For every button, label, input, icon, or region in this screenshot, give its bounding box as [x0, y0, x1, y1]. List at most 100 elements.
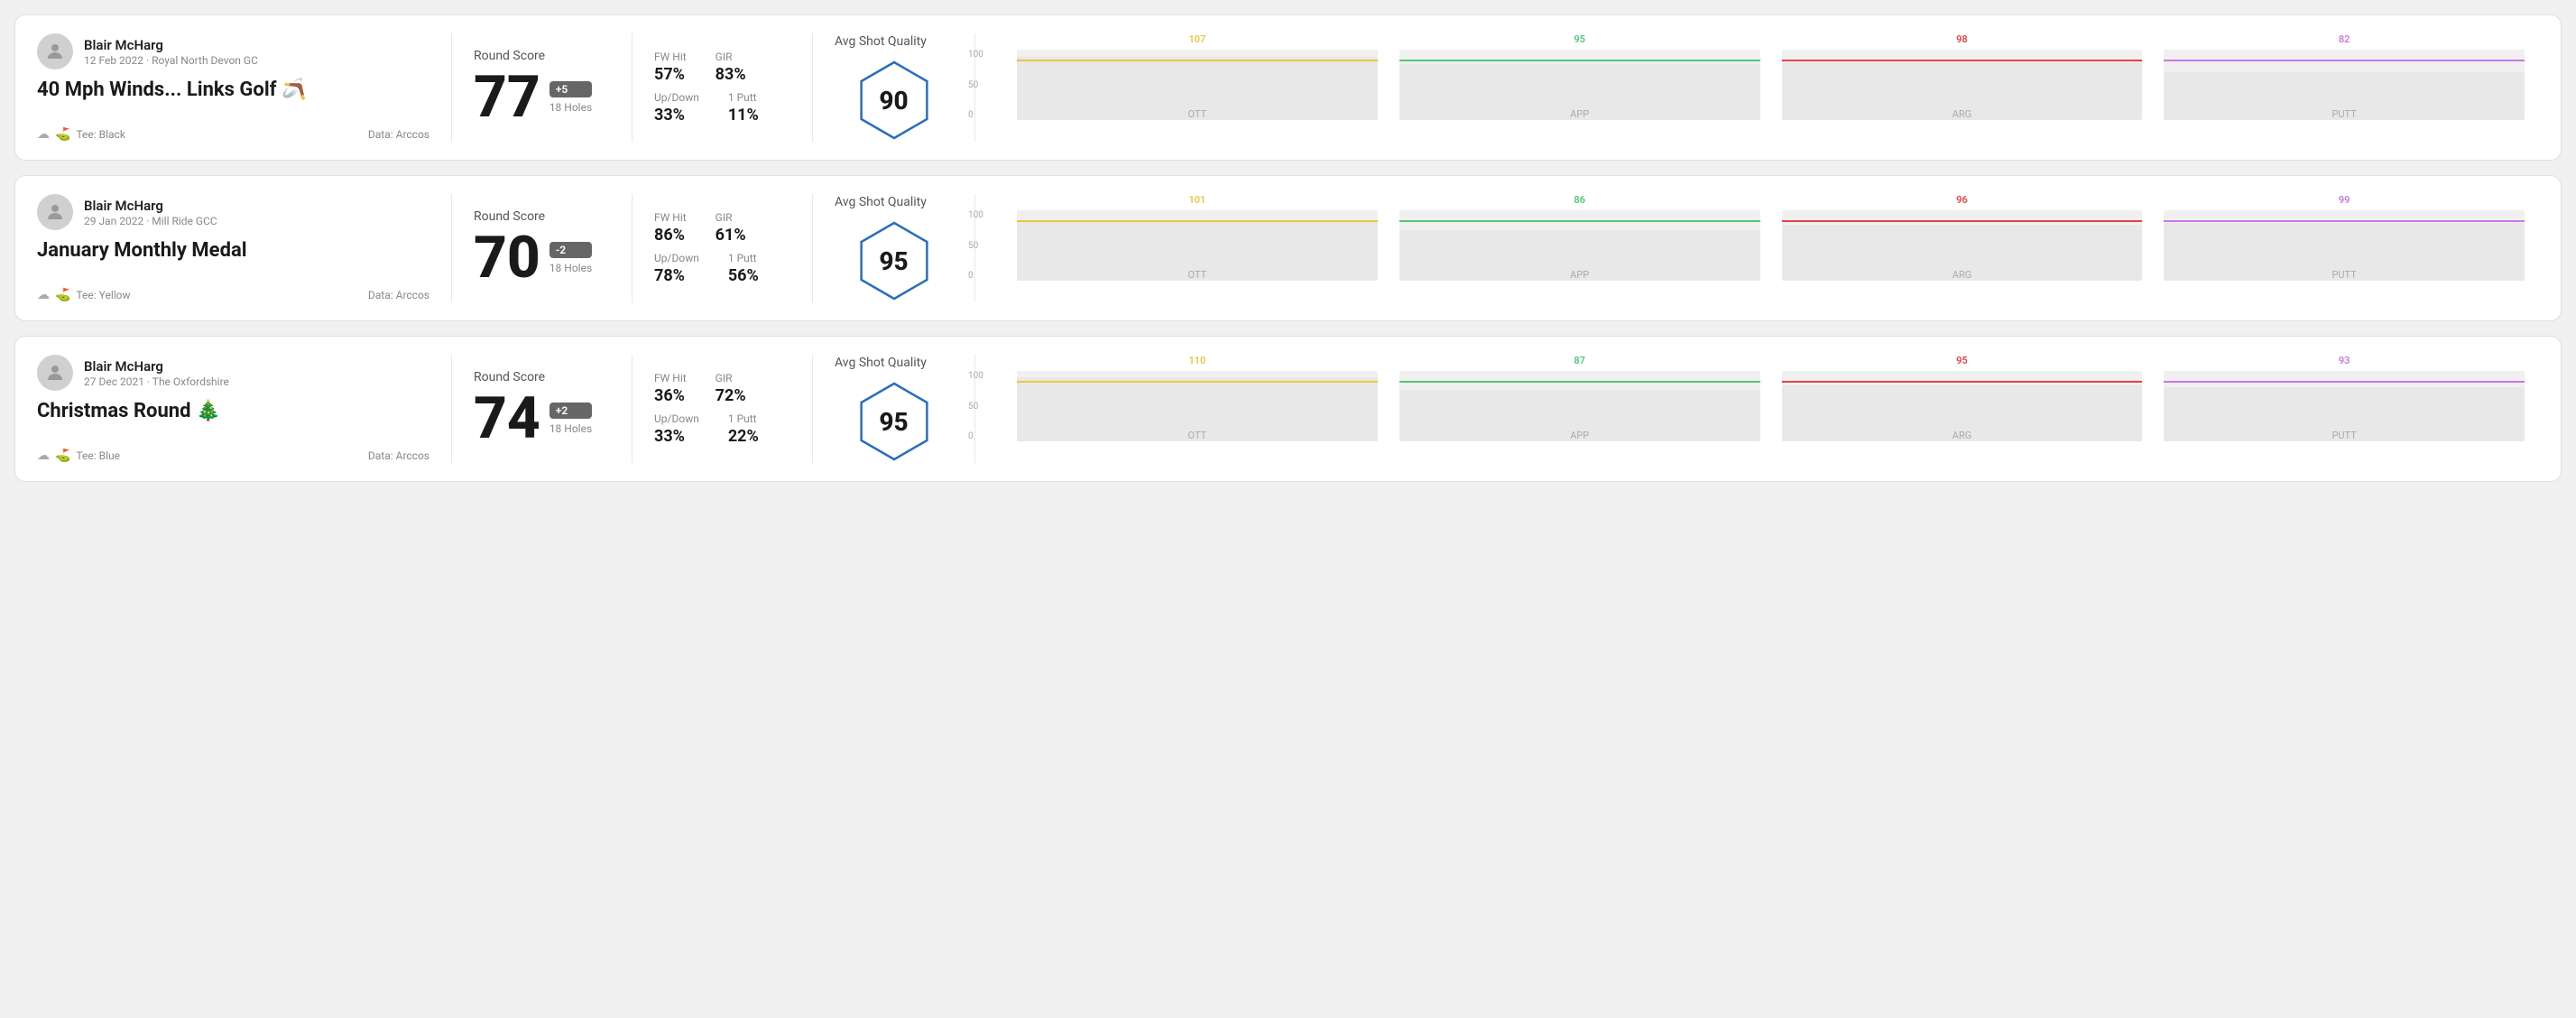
stat-one-putt: 1 Putt 56%: [728, 252, 759, 285]
score-badge-wrap: +2 18 Holes: [549, 403, 592, 435]
score-badge: +2: [549, 403, 592, 419]
bar-label-putt: PUTT: [2331, 269, 2356, 281]
quality-score: 95: [879, 246, 908, 276]
score-number: 70: [474, 229, 540, 287]
chart-y-50: 50: [968, 241, 983, 251]
round-card-2: Blair McHarg 29 Jan 2022 · Mill Ride GCC…: [14, 175, 2562, 321]
stats-row-bottom: Up/Down 33% 1 Putt 22%: [654, 412, 790, 446]
bar-group-putt: 93 PUTT: [2164, 355, 2525, 441]
stats-section: FW Hit 86% GIR 61% Up/Down 78% 1 Putt 56…: [632, 194, 813, 302]
fw-hit-value: 57%: [654, 65, 687, 84]
tee-label: Tee: Blue: [76, 449, 120, 462]
score-label: Round Score: [474, 49, 610, 63]
bar-label-putt: PUTT: [2331, 108, 2356, 120]
gir-label: GIR: [716, 211, 746, 224]
stat-up-down: Up/Down 33%: [654, 412, 699, 446]
chart-y-0: 0: [968, 271, 983, 281]
one-putt-value: 11%: [728, 106, 759, 125]
bar-group-putt: 82 PUTT: [2164, 33, 2525, 120]
one-putt-value: 56%: [728, 266, 759, 285]
player-name: Blair McHarg: [84, 37, 258, 53]
quality-label: Avg Shot Quality: [835, 34, 927, 49]
avatar: [37, 355, 73, 391]
chart-section: 100 50 0 101 OTT 86 APP: [975, 194, 2539, 302]
stat-fw-hit: FW Hit 57%: [654, 51, 687, 84]
weather-icon: ☁: [37, 127, 50, 142]
score-badge: -2: [549, 242, 592, 258]
stat-one-putt: 1 Putt 11%: [728, 91, 759, 125]
quality-section: Avg Shot Quality 95: [813, 355, 975, 463]
player-header: Blair McHarg 29 Jan 2022 · Mill Ride GCC: [37, 194, 429, 230]
fw-hit-label: FW Hit: [654, 51, 687, 63]
up-down-value: 33%: [654, 427, 699, 446]
stats-row-top: FW Hit 57% GIR 83%: [654, 51, 790, 84]
weather-icon: ☁: [37, 449, 50, 463]
bar-label-ott: OTT: [1188, 430, 1207, 441]
player-header: Blair McHarg 12 Feb 2022 · Royal North D…: [37, 33, 429, 69]
score-holes: 18 Holes: [549, 262, 592, 274]
fw-hit-value: 86%: [654, 226, 687, 245]
bar-value-putt: 82: [2339, 33, 2350, 45]
fw-hit-label: FW Hit: [654, 211, 687, 224]
round-title: Christmas Round 🎄: [37, 400, 429, 423]
bar-label-arg: ARG: [1953, 108, 1971, 120]
stat-gir: GIR 83%: [716, 51, 746, 84]
tee-info: ☁ ⛳ Tee: Yellow: [37, 288, 131, 302]
chart-y-100: 100: [968, 210, 983, 220]
stat-up-down: Up/Down 33%: [654, 91, 699, 125]
gir-value: 61%: [716, 226, 746, 245]
bar-value-app: 87: [1574, 355, 1585, 366]
player-name: Blair McHarg: [84, 358, 229, 375]
chart-section: 100 50 0 110 OTT 87 APP: [975, 355, 2539, 463]
up-down-label: Up/Down: [654, 412, 699, 425]
chart-y-100: 100: [968, 371, 983, 381]
hexagon-container: 90: [854, 60, 935, 141]
bar-label-app: APP: [1570, 430, 1589, 441]
gir-label: GIR: [716, 372, 746, 384]
weather-icon: ☁: [37, 288, 50, 302]
bar-value-putt: 93: [2339, 355, 2350, 366]
tee-label: Tee: Black: [76, 128, 125, 141]
score-badge-wrap: -2 18 Holes: [549, 242, 592, 274]
bar-value-arg: 98: [1956, 33, 1968, 45]
stat-fw-hit: FW Hit 86%: [654, 211, 687, 245]
bar-value-putt: 99: [2339, 194, 2350, 206]
avatar: [37, 194, 73, 230]
score-number: 74: [474, 390, 540, 448]
bag-icon: ⛳: [55, 127, 70, 142]
bar-group-putt: 99 PUTT: [2164, 194, 2525, 281]
gir-label: GIR: [716, 51, 746, 63]
one-putt-label: 1 Putt: [728, 91, 759, 104]
score-number: 77: [474, 69, 540, 126]
bar-value-arg: 96: [1956, 194, 1968, 206]
one-putt-label: 1 Putt: [728, 252, 759, 264]
bar-value-arg: 95: [1956, 355, 1968, 366]
fw-hit-value: 36%: [654, 386, 687, 405]
gir-value: 72%: [716, 386, 746, 405]
bag-icon: ⛳: [55, 288, 70, 302]
chart-section: 100 50 0 107 OTT 95 APP: [975, 33, 2539, 142]
score-label: Round Score: [474, 209, 610, 224]
hexagon-container: 95: [854, 220, 935, 301]
up-down-value: 78%: [654, 266, 699, 285]
score-section: Round Score 74 +2 18 Holes: [452, 355, 632, 463]
quality-score: 95: [879, 407, 908, 437]
chart-y-0: 0: [968, 431, 983, 441]
bar-label-ott: OTT: [1188, 269, 1207, 281]
quality-label: Avg Shot Quality: [835, 195, 927, 209]
bar-value-app: 86: [1574, 194, 1585, 206]
up-down-value: 33%: [654, 106, 699, 125]
player-info: Blair McHarg 12 Feb 2022 · Royal North D…: [84, 37, 258, 67]
bar-group-app: 86 APP: [1399, 194, 1760, 281]
round-left-section: Blair McHarg 29 Jan 2022 · Mill Ride GCC…: [37, 194, 452, 302]
score-badge: +5: [549, 81, 592, 97]
quality-label: Avg Shot Quality: [835, 356, 927, 370]
gir-value: 83%: [716, 65, 746, 84]
round-left-section: Blair McHarg 27 Dec 2021 · The Oxfordshi…: [37, 355, 452, 463]
player-name: Blair McHarg: [84, 198, 217, 214]
round-footer: ☁ ⛳ Tee: Blue Data: Arccos: [37, 449, 429, 463]
score-holes: 18 Holes: [549, 422, 592, 435]
player-date: 29 Jan 2022 · Mill Ride GCC: [84, 215, 217, 227]
stats-section: FW Hit 57% GIR 83% Up/Down 33% 1 Putt 11…: [632, 33, 813, 142]
bag-icon: ⛳: [55, 449, 70, 463]
